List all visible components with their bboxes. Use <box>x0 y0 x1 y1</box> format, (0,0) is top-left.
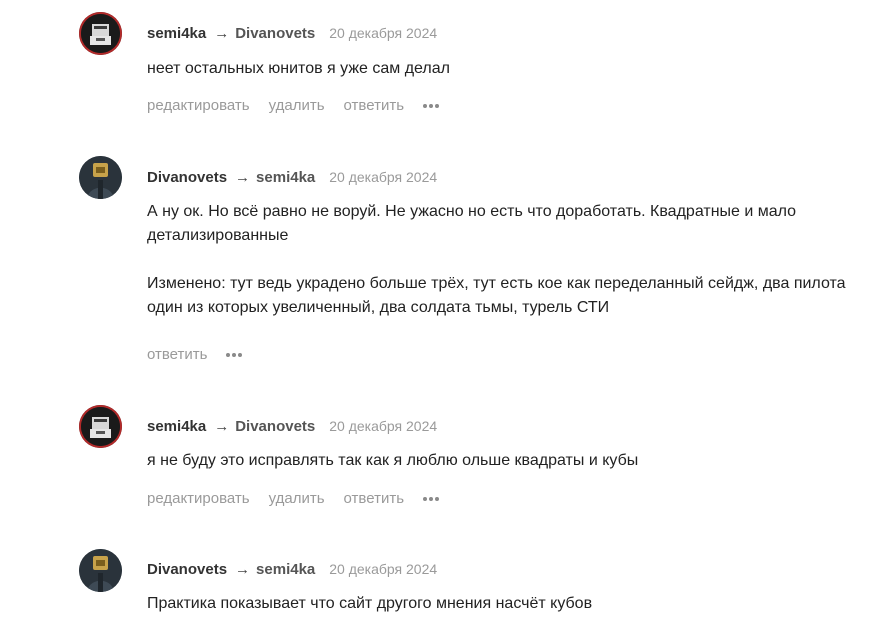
delete-button[interactable]: удалить <box>269 490 325 507</box>
more-options-icon[interactable] <box>423 94 441 114</box>
comment-paragraph: неет остальных юнитов я уже сам делал <box>147 60 450 77</box>
more-options-icon[interactable] <box>226 343 244 363</box>
comment-paragraph: я не буду это исправлять так как я люблю… <box>147 452 639 469</box>
comment-edit-note: Изменено: тут ведь украдено больше трёх,… <box>147 275 846 316</box>
comment-paragraph: А ну ок. Но всё равно не воруй. Не ужасн… <box>147 203 797 244</box>
delete-button[interactable]: удалить <box>269 97 325 114</box>
reply-to-link[interactable]: semi4ka <box>256 169 315 186</box>
comment-item: Divanovets → semi4ka 20 декабря 2024 А ну о… <box>0 156 883 376</box>
edit-button[interactable]: редактировать <box>147 490 250 507</box>
comment-paragraph: Практика показывает что сайт другого мне… <box>147 595 593 612</box>
comment-meta: semi4ka → Divanovets 20 декабря 2024 <box>147 23 437 43</box>
reply-to-link[interactable]: semi4ka <box>256 561 315 578</box>
reply-button[interactable]: ответить <box>344 97 404 114</box>
comment-text: Практика показывает что сайт другого мне… <box>147 592 867 616</box>
author-link[interactable]: Divanovets <box>147 561 227 578</box>
comment-date[interactable]: 20 декабря 2024 <box>329 25 437 41</box>
reply-arrow-icon: → <box>235 561 251 578</box>
author-link[interactable]: Divanovets <box>147 169 227 186</box>
comment-actions: редактировать удалить ответить <box>147 489 441 509</box>
person-avatar-icon[interactable] <box>79 549 122 592</box>
person-avatar-icon[interactable] <box>79 156 122 199</box>
comment-meta: Divanovets → semi4ka 20 декабря 2024 <box>147 167 437 187</box>
reply-arrow-icon: → <box>214 418 230 435</box>
author-link[interactable]: semi4ka <box>147 418 206 435</box>
reply-button[interactable]: ответить <box>344 490 404 507</box>
author-link[interactable]: semi4ka <box>147 25 206 42</box>
more-options-icon[interactable] <box>423 487 441 507</box>
reply-arrow-icon: → <box>214 25 230 42</box>
comment-text: неет остальных юнитов я уже сам делал <box>147 57 867 81</box>
comment-item: semi4ka → Divanovets 20 декабря 2024 неет о… <box>0 12 883 122</box>
reply-to-link[interactable]: Divanovets <box>235 25 315 42</box>
comment-meta: semi4ka → Divanovets 20 декабря 2024 <box>147 416 437 436</box>
comment-actions: редактировать удалить ответить <box>147 96 441 116</box>
comment-item: semi4ka → Divanovets 20 декабря 2024 я не б… <box>0 405 883 515</box>
comment-text: я не буду это исправлять так как я люблю… <box>147 449 867 473</box>
comment-date[interactable]: 20 декабря 2024 <box>329 169 437 185</box>
reply-arrow-icon: → <box>235 169 251 186</box>
robot-avatar-icon[interactable] <box>79 405 122 448</box>
edit-button[interactable]: редактировать <box>147 97 250 114</box>
comment-text: А ну ок. Но всё равно не воруй. Не ужасн… <box>147 200 862 320</box>
comment-item: Divanovets → semi4ka 20 декабря 2024 Практи… <box>0 549 883 623</box>
comment-date[interactable]: 20 декабря 2024 <box>329 561 437 577</box>
comment-date[interactable]: 20 декабря 2024 <box>329 418 437 434</box>
reply-to-link[interactable]: Divanovets <box>235 418 315 435</box>
comment-meta: Divanovets → semi4ka 20 декабря 2024 <box>147 559 437 579</box>
reply-button[interactable]: ответить <box>147 346 207 363</box>
comment-actions: ответить <box>147 345 244 365</box>
robot-avatar-icon[interactable] <box>79 12 122 55</box>
